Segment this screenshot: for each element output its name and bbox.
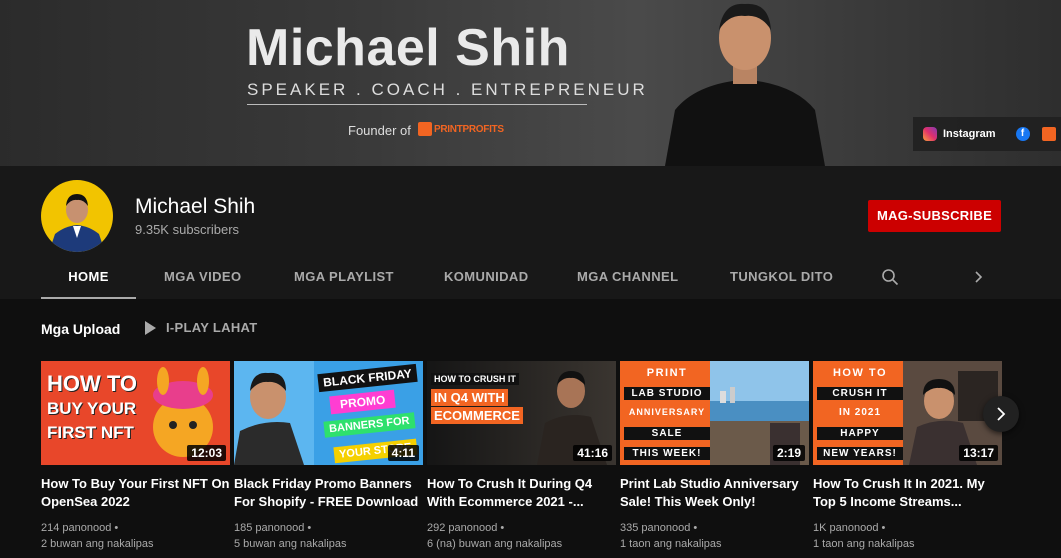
- thumb-text: ECOMMERCE: [431, 407, 523, 424]
- video-duration: 41:16: [573, 445, 612, 461]
- subscriber-count: 9.35K subscribers: [135, 222, 240, 237]
- tab-videos[interactable]: MGA VIDEO: [164, 262, 242, 299]
- play-all-label: I-PLAY LAHAT: [166, 320, 258, 335]
- video-title[interactable]: Print Lab Studio Anniversary Sale! This …: [620, 475, 809, 511]
- carousel-next-button[interactable]: [983, 396, 1019, 432]
- instagram-link[interactable]: Instagram: [943, 128, 996, 140]
- video-duration: 12:03: [187, 445, 226, 461]
- channel-name: Michael Shih: [135, 195, 256, 218]
- presenter-image: [234, 361, 314, 465]
- printprofits-icon: [418, 122, 432, 136]
- thumb-text: BANNERS FOR: [323, 412, 416, 438]
- printprofits-label: PRINTPROFITS: [434, 123, 504, 135]
- subscribe-button[interactable]: MAG-SUBSCRIBE: [868, 200, 1001, 232]
- video-title[interactable]: How To Buy Your First NFT On OpenSea 202…: [41, 475, 230, 511]
- thumb-text: HOW TO: [832, 367, 887, 379]
- thumb-text: HOW TO: [47, 371, 138, 396]
- video-card[interactable]: HOW TO BUY YOUR FIRST NFT 12:03 How To B…: [41, 361, 230, 552]
- thumb-text: HOW TO CRUSH IT: [431, 373, 519, 385]
- video-thumbnail[interactable]: PRINT LAB STUDIO ANNIVERSARY SALE THIS W…: [620, 361, 809, 465]
- banner-name: Michael Shih: [246, 19, 570, 77]
- video-title[interactable]: How To Crush It In 2021. My Top 5 Income…: [813, 475, 1002, 511]
- banner-portrait: [665, 3, 825, 166]
- tab-community[interactable]: KOMUNIDAD: [444, 262, 528, 299]
- thumb-text: BUY YOUR: [47, 399, 137, 418]
- uploads-shelf: Mga Upload I-PLAY LAHAT HOW TO BUY YOUR …: [0, 299, 1061, 558]
- video-title[interactable]: Black Friday Promo Banners For Shopify -…: [234, 475, 423, 511]
- video-age: 6 (na) buwan ang nakalipas: [427, 538, 563, 550]
- printprofits-logo: PRINTPROFITS: [418, 122, 504, 136]
- thumb-text: PRINT: [646, 367, 688, 379]
- thumb-text: THIS WEEK!: [624, 447, 710, 460]
- video-thumbnail[interactable]: HOW TO CRUSH IT IN 2021 HAPPY NEW YEARS!…: [813, 361, 1002, 465]
- channel-tabs: HOME MGA VIDEO MGA PLAYLIST KOMUNIDAD MG…: [41, 262, 1061, 299]
- tab-playlists[interactable]: MGA PLAYLIST: [294, 262, 394, 299]
- chevron-right-icon: [997, 407, 1006, 421]
- banner-founder-label: Founder of: [348, 123, 411, 138]
- video-views: 185 panonood •: [234, 522, 312, 534]
- tab-home[interactable]: HOME: [41, 262, 136, 299]
- avatar-portrait: [49, 194, 105, 252]
- video-age: 5 buwan ang nakalipas: [234, 538, 347, 550]
- banner-tagline: SPEAKER . COACH . ENTREPRENEUR: [247, 80, 648, 99]
- video-views: 292 panonood •: [427, 522, 505, 534]
- thumb-text: LAB STUDIO: [624, 387, 710, 400]
- video-duration: 2:19: [772, 445, 805, 461]
- video-views: 214 panonood •: [41, 522, 119, 534]
- video-thumbnail[interactable]: HOW TO BUY YOUR FIRST NFT 12:03: [41, 361, 230, 465]
- video-views: 335 panonood •: [620, 522, 698, 534]
- thumb-text: PROMO: [329, 389, 397, 415]
- video-card[interactable]: BLACK FRIDAY PROMO BANNERS FOR YOUR STOR…: [234, 361, 423, 552]
- video-age: 2 buwan ang nakalipas: [41, 538, 154, 550]
- thumb-text: IN 2021: [838, 407, 882, 418]
- video-duration: 4:11: [387, 445, 419, 461]
- video-card[interactable]: HOW TO CRUSH IT IN Q4 WITH ECOMMERCE 41:…: [427, 361, 616, 552]
- thumb-text: ANNIVERSARY: [628, 407, 706, 417]
- thumb-text: CRUSH IT: [817, 387, 903, 400]
- avatar[interactable]: [41, 180, 113, 252]
- channel-banner: Michael Shih SPEAKER . COACH . ENTREPREN…: [0, 0, 1061, 166]
- tab-channels[interactable]: MGA CHANNEL: [577, 262, 678, 299]
- section-title[interactable]: Mga Upload: [41, 321, 120, 337]
- play-all-button[interactable]: I-PLAY LAHAT: [145, 320, 257, 335]
- channel-header: Michael Shih 9.35K subscribers MAG-SUBSC…: [0, 166, 1061, 299]
- video-age: 1 taon ang nakalipas: [813, 538, 915, 550]
- tab-about[interactable]: TUNGKOL DITO: [730, 262, 833, 299]
- instagram-icon[interactable]: [923, 127, 937, 141]
- thumb-text: HAPPY: [817, 427, 903, 440]
- video-thumbnail[interactable]: BLACK FRIDAY PROMO BANNERS FOR YOUR STOR…: [234, 361, 423, 465]
- thumb-text: SALE: [624, 427, 710, 440]
- thumb-text: IN Q4 WITH: [431, 389, 508, 406]
- chevron-right-icon[interactable]: [973, 268, 985, 286]
- thumb-text: NEW YEARS!: [817, 447, 903, 460]
- banner-divider: [247, 104, 587, 105]
- thumb-text: BLACK FRIDAY: [317, 363, 418, 393]
- facebook-icon[interactable]: f: [1015, 127, 1030, 141]
- video-card[interactable]: HOW TO CRUSH IT IN 2021 HAPPY NEW YEARS!…: [813, 361, 1002, 552]
- thumb-text: FIRST NFT: [47, 423, 134, 442]
- video-title[interactable]: How To Crush It During Q4 With Ecommerce…: [427, 475, 616, 511]
- video-card[interactable]: PRINT LAB STUDIO ANNIVERSARY SALE THIS W…: [620, 361, 809, 552]
- play-icon: [145, 320, 156, 335]
- social-links: Instagram f: [913, 117, 1061, 151]
- search-icon[interactable]: [881, 268, 899, 286]
- video-duration: 13:17: [959, 445, 998, 461]
- video-thumbnail[interactable]: HOW TO CRUSH IT IN Q4 WITH ECOMMERCE 41:…: [427, 361, 616, 465]
- printprofits-icon[interactable]: [1041, 127, 1056, 141]
- video-age: 1 taon ang nakalipas: [620, 538, 722, 550]
- video-views: 1K panonood •: [813, 522, 886, 534]
